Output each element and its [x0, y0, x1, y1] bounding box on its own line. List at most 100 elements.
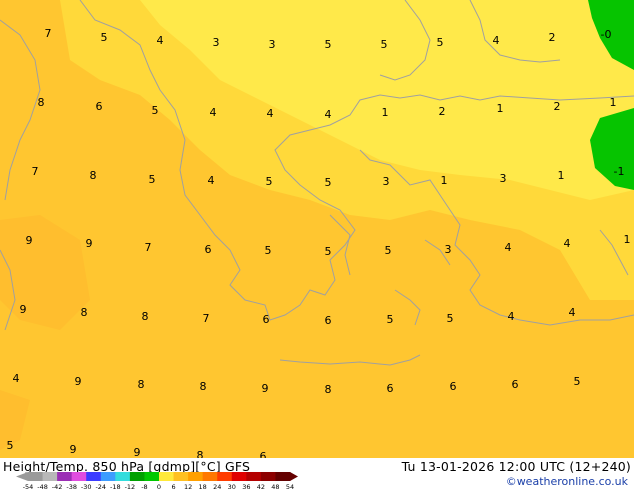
valid-time: Tu 13-01-2026 12:00 UTC (12+240)	[401, 459, 631, 474]
temperature-label: 1	[497, 102, 504, 115]
temperature-label: 6	[450, 380, 457, 393]
legend-arrow-right	[290, 472, 298, 481]
legend-tick-label: -8	[141, 483, 147, 490]
temperature-label: 5	[149, 173, 156, 186]
temperature-label: 7	[203, 312, 210, 325]
temperature-label: 2	[439, 105, 446, 118]
temperature-label: 5	[385, 244, 392, 257]
temperature-label: 8	[138, 378, 145, 391]
temperature-label: -0	[601, 28, 612, 41]
temperature-label: 6	[96, 100, 103, 113]
credit-link[interactable]: ©weatheronline.co.uk	[506, 475, 628, 488]
legend-tick-label: -12	[125, 483, 136, 490]
temperature-label: 1	[624, 233, 631, 246]
temperature-label: 3	[500, 172, 507, 185]
temperature-label: 8	[200, 380, 207, 393]
temperature-label: 8	[90, 169, 97, 182]
temperature-label: 5	[381, 38, 388, 51]
temperature-label: 5	[447, 312, 454, 325]
temperature-label: 9	[262, 382, 269, 395]
temperature-label: 4	[267, 107, 274, 120]
legend-tick-label: -18	[110, 483, 121, 490]
legend-tick-label: -48	[37, 483, 48, 490]
legend-tick-label: 42	[257, 483, 265, 490]
map-viewer: 7 5 4 3 3 5 5 5 4 2 -0 8 6 5 4 4 4 1 2 1 2 1 7 8 5 4 5 5 3 1 3 1 -1 9 9 7 6 5…	[0, 0, 634, 490]
temperature-label: 5	[437, 36, 444, 49]
legend-tick-label: 48	[271, 483, 279, 490]
temperature-label: 9	[134, 446, 141, 458]
legend-swatch	[260, 472, 276, 481]
legend-tick-label: 24	[213, 483, 221, 490]
temperature-label: 1	[441, 174, 448, 187]
legend-tick-label: 0	[157, 483, 161, 490]
temperature-map: 7 5 4 3 3 5 5 5 4 2 -0 8 6 5 4 4 4 1 2 1 2 1 7 8 5 4 5 5 3 1 3 1 -1 9 9 7 6 5…	[0, 0, 634, 458]
legend-arrow-left	[16, 472, 28, 481]
temperature-label: 1	[610, 96, 617, 109]
temperature-label: 5	[7, 439, 14, 452]
temperature-label: 6	[512, 378, 519, 391]
temperature-label: 3	[383, 175, 390, 188]
legend-swatch	[86, 472, 102, 481]
legend-tick-label: 12	[184, 483, 192, 490]
temperature-label: 4	[505, 241, 512, 254]
legend-tick-label: 54	[286, 483, 294, 490]
temperature-label: 6	[325, 314, 332, 327]
legend-tick-label: 30	[228, 483, 236, 490]
temperature-label: 8	[81, 306, 88, 319]
temperature-label: 9	[86, 237, 93, 250]
legend-tick-label: -42	[52, 483, 63, 490]
temperature-label: 4	[325, 108, 332, 121]
legend-tick-label: 18	[199, 483, 207, 490]
temperature-label: 4	[564, 237, 571, 250]
temperature-label: 9	[75, 375, 82, 388]
temperature-label: 6	[263, 313, 270, 326]
temperature-label: 2	[549, 31, 556, 44]
temperature-label: 8	[197, 449, 204, 458]
temperature-label: 5	[266, 175, 273, 188]
legend-tick-label: -38	[66, 483, 77, 490]
temperature-label: 5	[325, 38, 332, 51]
temperature-label: 6	[205, 243, 212, 256]
legend-swatch	[115, 472, 131, 481]
legend-swatch	[217, 472, 233, 481]
temperature-label: 9	[70, 443, 77, 456]
legend-swatch	[71, 472, 87, 481]
temperature-label: 5	[265, 244, 272, 257]
color-legend: -54 -48 -42 -38 -30 -24 -18 -12 -8 0 6 12 18 24 30 36 42…	[16, 472, 298, 490]
temperature-label: -1	[614, 165, 625, 178]
legend-tick-label: -24	[95, 483, 106, 490]
temperature-label: 7	[45, 27, 52, 40]
temperature-label: 6	[387, 382, 394, 395]
temperature-label: 4	[210, 106, 217, 119]
temperature-label: 9	[20, 303, 27, 316]
temperature-label: 4	[508, 310, 515, 323]
legend-swatch	[202, 472, 218, 481]
temperature-label: 4	[208, 174, 215, 187]
legend-swatch	[57, 472, 73, 481]
legend-swatch	[28, 472, 44, 481]
temperature-label: 6	[260, 450, 267, 458]
temperature-label: 5	[101, 31, 108, 44]
temperature-label: 5	[325, 245, 332, 258]
temperature-label: 8	[142, 310, 149, 323]
legend-swatch	[42, 472, 58, 481]
temperature-label: 7	[145, 241, 152, 254]
temperature-label: 5	[387, 313, 394, 326]
temperature-label: 4	[493, 34, 500, 47]
temperature-label: 4	[569, 306, 576, 319]
legend-swatch	[144, 472, 160, 481]
temperature-label: 1	[382, 106, 389, 119]
legend-tick-label: -30	[81, 483, 92, 490]
temperature-label: 4	[13, 372, 20, 385]
legend-ticks: -54 -48 -42 -38 -30 -24 -18 -12 -8 0 6 12 18 24 30 36 42…	[23, 483, 294, 490]
legend-swatch	[231, 472, 247, 481]
temperature-label: 5	[325, 176, 332, 189]
temperature-label: 9	[26, 234, 33, 247]
legend-swatch	[100, 472, 116, 481]
legend-tick-label: -54	[23, 483, 34, 490]
temperature-label: 5	[152, 104, 159, 117]
temperature-label: 5	[574, 375, 581, 388]
legend-swatch	[129, 472, 145, 481]
temperature-label: 8	[325, 383, 332, 396]
temperature-label: 1	[558, 169, 565, 182]
